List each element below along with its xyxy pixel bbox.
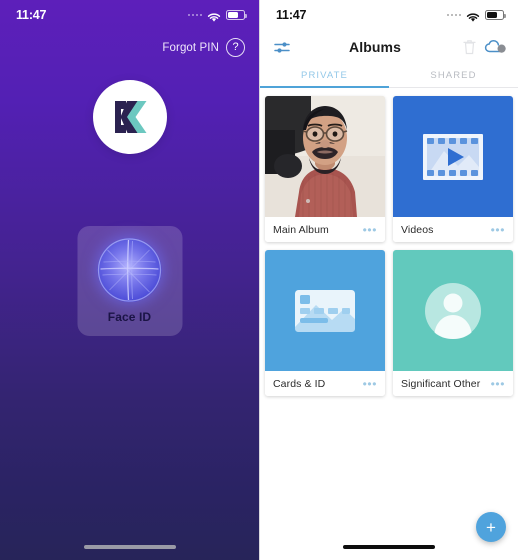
face-id-button[interactable]: Face ID xyxy=(77,226,182,336)
tab-private[interactable]: PRIVATE xyxy=(260,64,389,87)
wifi-icon xyxy=(466,10,480,22)
home-indicator-right[interactable] xyxy=(343,545,435,549)
forgot-pin-button[interactable]: Forgot PIN ? xyxy=(0,38,259,57)
album-overflow-menu-icon[interactable]: ••• xyxy=(491,378,505,390)
logo-circle xyxy=(92,80,167,154)
cloud-sync-icon[interactable] xyxy=(484,39,506,55)
battery-icon xyxy=(485,10,506,20)
forgot-pin-label: Forgot PIN xyxy=(162,41,219,54)
album-card-footer: Cards & ID ••• xyxy=(265,371,385,396)
status-bar-time: 11:47 xyxy=(16,8,47,22)
trash-bin-icon[interactable] xyxy=(463,39,476,55)
status-bar-right: 11:47 xyxy=(260,0,518,30)
album-card-videos[interactable]: Videos ••• xyxy=(393,96,513,242)
album-card-footer: Main Album ••• xyxy=(265,217,385,242)
question-mark-circle-icon[interactable]: ? xyxy=(226,38,245,57)
album-name: Cards & ID xyxy=(273,377,326,390)
album-thumbnail xyxy=(393,250,513,371)
album-thumbnail xyxy=(265,96,385,217)
face-id-label: Face ID xyxy=(107,310,152,324)
album-card-main-album[interactable]: Main Album ••• xyxy=(265,96,385,242)
albums-screen: 11:47 Albums PRIVATE SHARED Main Album •… xyxy=(260,0,518,560)
person-avatar-icon xyxy=(425,282,481,339)
album-overflow-menu-icon[interactable]: ••• xyxy=(363,224,377,236)
album-card-significant-other[interactable]: Significant Other ••• xyxy=(393,250,513,396)
album-thumbnail xyxy=(393,96,513,217)
album-card-footer: Videos ••• xyxy=(393,217,513,242)
status-bar-time: 11:47 xyxy=(276,8,307,22)
album-name: Main Album xyxy=(273,223,329,236)
album-overflow-menu-icon[interactable]: ••• xyxy=(363,378,377,390)
portrait-photo xyxy=(265,96,385,217)
album-overflow-menu-icon[interactable]: ••• xyxy=(491,224,505,236)
sliders-filter-icon[interactable] xyxy=(274,40,291,55)
album-name: Videos xyxy=(401,223,434,236)
album-card-cards-and-id[interactable]: Cards & ID ••• xyxy=(265,250,385,396)
status-bar-indicators xyxy=(446,10,506,22)
wifi-icon xyxy=(207,10,221,22)
app-logo xyxy=(0,80,259,154)
album-card-footer: Significant Other ••• xyxy=(393,371,513,396)
tab-shared[interactable]: SHARED xyxy=(389,64,518,87)
add-album-fab[interactable]: + xyxy=(476,512,506,542)
keepsafe-k-logo-icon xyxy=(114,101,146,133)
battery-icon xyxy=(226,10,247,20)
tab-active-underline xyxy=(260,85,389,88)
page-title: Albums xyxy=(349,39,401,55)
plus-icon: + xyxy=(486,517,496,537)
status-bar-left: 11:47 xyxy=(0,0,259,30)
signal-dots-icon xyxy=(187,13,202,17)
album-name: Significant Other xyxy=(401,377,481,390)
home-indicator-left[interactable] xyxy=(83,545,176,549)
albums-tabs: PRIVATE SHARED xyxy=(260,64,518,88)
status-bar-indicators xyxy=(187,10,247,22)
face-id-scan-icon xyxy=(97,238,162,302)
app-bar: Albums xyxy=(260,30,518,64)
lock-screen: 11:47 Forgot PIN ? Face ID xyxy=(0,0,259,560)
signal-dots-icon xyxy=(446,13,461,17)
album-thumbnail xyxy=(265,250,385,371)
film-strip-play-icon xyxy=(423,133,483,180)
id-card-icon xyxy=(295,289,355,332)
albums-grid: Main Album ••• Videos ••• Cards & ID •••… xyxy=(260,88,518,396)
